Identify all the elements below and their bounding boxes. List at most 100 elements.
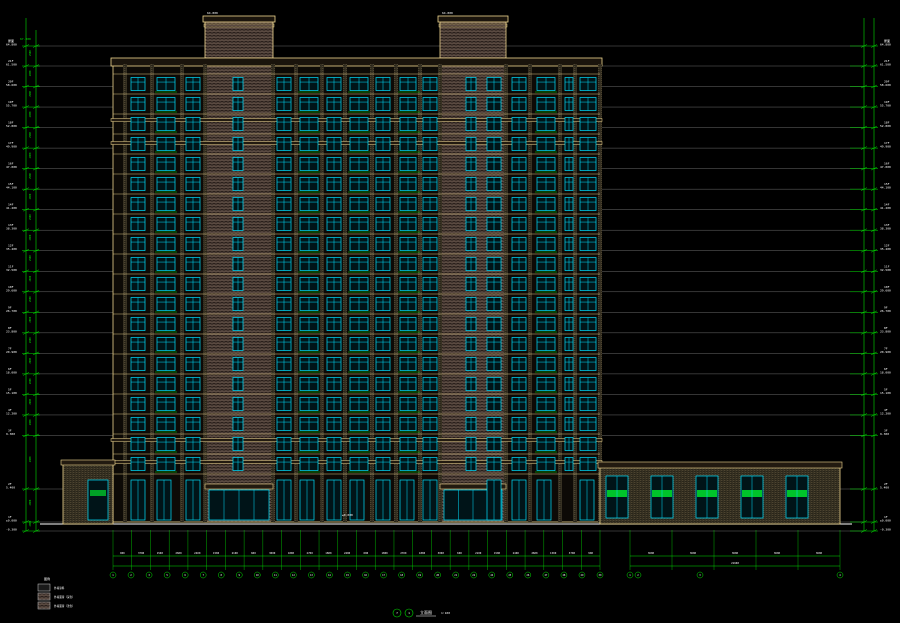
annex-dim-text: 3600 bbox=[774, 551, 781, 555]
bottom-dim-text: 600 bbox=[364, 551, 369, 555]
left-span-label: 2900 bbox=[29, 456, 32, 462]
title-scale: 1:100 bbox=[441, 611, 450, 615]
pilaster bbox=[438, 64, 442, 522]
bottom-dim-text: 1800 bbox=[325, 551, 332, 555]
left-annex-window bbox=[87, 479, 109, 521]
pilaster bbox=[418, 64, 422, 522]
left-level-value: 47.000 bbox=[6, 165, 17, 169]
legend-label: 外墙面砖（深色） bbox=[54, 595, 75, 599]
left-span-label: 2900 bbox=[29, 173, 32, 179]
pilaster bbox=[343, 64, 347, 522]
legend-swatch bbox=[37, 601, 51, 610]
pilaster bbox=[598, 64, 602, 522]
pilaster bbox=[271, 64, 275, 522]
left-span-label: 2900 bbox=[29, 193, 32, 199]
legend-title: 图例 bbox=[44, 576, 50, 581]
pilaster bbox=[320, 64, 324, 522]
left-span-label: 2900 bbox=[29, 255, 32, 261]
left-span-label: 2900 bbox=[29, 419, 32, 425]
right-level-value: 12.200 bbox=[880, 411, 891, 415]
left-level-value: 38.300 bbox=[6, 227, 17, 231]
pilaster bbox=[558, 64, 562, 522]
left-level-value: 29.600 bbox=[6, 288, 17, 292]
left-level-value: 23.800 bbox=[6, 329, 17, 333]
title-text: 立面图 bbox=[420, 609, 432, 615]
left-level-value: 35.400 bbox=[6, 247, 17, 251]
bottom-dim-text: 2700 bbox=[400, 551, 407, 555]
bottom-dim-text: 900 bbox=[588, 551, 593, 555]
left-level-value: 18.000 bbox=[6, 370, 17, 374]
bottom-dim-text: 1500 bbox=[494, 551, 501, 555]
right-level-value: 52.800 bbox=[880, 124, 891, 128]
right-level-value: 47.000 bbox=[880, 165, 891, 169]
left-span-label: 2900 bbox=[29, 296, 32, 302]
annex-dim-text: 3600 bbox=[732, 551, 739, 555]
pilaster bbox=[370, 64, 374, 522]
ground-elev: ±0.000 bbox=[342, 513, 353, 517]
annex-dim-text: 3600 bbox=[690, 551, 697, 555]
left-level-value: 49.900 bbox=[6, 145, 17, 149]
annex-total-text: 21600 bbox=[731, 561, 739, 565]
right-level-value: -0.300 bbox=[880, 528, 891, 532]
pilaster bbox=[180, 64, 184, 522]
entrance-canopy bbox=[204, 483, 274, 490]
left-span-label: 2900 bbox=[29, 50, 32, 56]
left-span-label: 2900 bbox=[29, 111, 32, 117]
bottom-dim-text: 600 bbox=[251, 551, 256, 555]
bottom-dim-text: 2600 bbox=[531, 551, 538, 555]
left-level-value: 12.200 bbox=[6, 411, 17, 415]
bottom-dim-text: 3000 bbox=[269, 551, 276, 555]
left-span-label: 2900 bbox=[29, 520, 32, 526]
left-level-value: 5.400 bbox=[6, 486, 15, 490]
left-top-elev: 67.300 bbox=[20, 37, 31, 41]
right-level-value: 29.600 bbox=[880, 288, 891, 292]
right-level-value: 35.400 bbox=[880, 247, 891, 251]
pilaster bbox=[203, 64, 207, 522]
left-span-label: 2900 bbox=[29, 234, 32, 240]
left-level-value: ±0.000 bbox=[6, 519, 17, 523]
left-span-label: 2900 bbox=[29, 378, 32, 384]
elevation-drawing: 67.300屋面64.800290021F61.500290020F58.600… bbox=[0, 0, 900, 623]
left-span-label: 2900 bbox=[29, 398, 32, 404]
left-span-label: 2900 bbox=[29, 132, 32, 138]
left-level-value: 20.900 bbox=[6, 350, 17, 354]
left-span-label: 2900 bbox=[29, 337, 32, 343]
right-level-value: 44.100 bbox=[880, 186, 891, 190]
left-level-value: 44.100 bbox=[6, 186, 17, 190]
bottom-dim-text: 1500 bbox=[213, 551, 220, 555]
right-level-value: 49.900 bbox=[880, 145, 891, 149]
left-span-label: 2900 bbox=[29, 499, 32, 505]
bottom-dim-text: 2400 bbox=[194, 551, 201, 555]
bottom-dim-text: 1800 bbox=[419, 551, 426, 555]
left-level-value: 32.500 bbox=[6, 268, 17, 272]
annex-dim-text: 3600 bbox=[816, 551, 823, 555]
bottom-dim-text: 1500 bbox=[550, 551, 557, 555]
right-level-value: 15.100 bbox=[880, 391, 891, 395]
bottom-dim-text: 1800 bbox=[381, 551, 388, 555]
tower-elev-left: 64.800 bbox=[207, 11, 218, 15]
tower-cornice bbox=[437, 15, 509, 23]
right-annex-parapet bbox=[597, 461, 843, 469]
legend-label: 外墙涂料 bbox=[54, 586, 65, 590]
pilaster bbox=[394, 64, 398, 522]
legend-label: 外墙面砖（浅色） bbox=[54, 604, 75, 608]
bottom-dim-text: 2400 bbox=[513, 551, 520, 555]
left-level-value: 58.600 bbox=[6, 83, 17, 87]
right-level-value: 5.400 bbox=[880, 486, 889, 490]
pilaster bbox=[504, 64, 508, 522]
left-level-value: 61.500 bbox=[6, 63, 17, 67]
right-level-value: 18.000 bbox=[880, 370, 891, 374]
right-level-value: 20.900 bbox=[880, 350, 891, 354]
title-circle-right-text: 1 bbox=[408, 611, 410, 615]
left-level-value: 9.300 bbox=[6, 432, 15, 436]
right-level-value: ±0.000 bbox=[880, 519, 891, 523]
left-level-value: 26.700 bbox=[6, 309, 17, 313]
left-span-label: 2900 bbox=[29, 90, 32, 96]
tower-elev-right: 64.800 bbox=[442, 11, 453, 15]
left-span-label: 2900 bbox=[29, 152, 32, 158]
right-level-value: 55.700 bbox=[880, 104, 891, 108]
left-annex-panel bbox=[90, 490, 106, 496]
bottom-dim-text: 1500 bbox=[157, 551, 164, 555]
left-span-label: 2900 bbox=[29, 214, 32, 220]
bottom-dim-text: 2700 bbox=[307, 551, 314, 555]
